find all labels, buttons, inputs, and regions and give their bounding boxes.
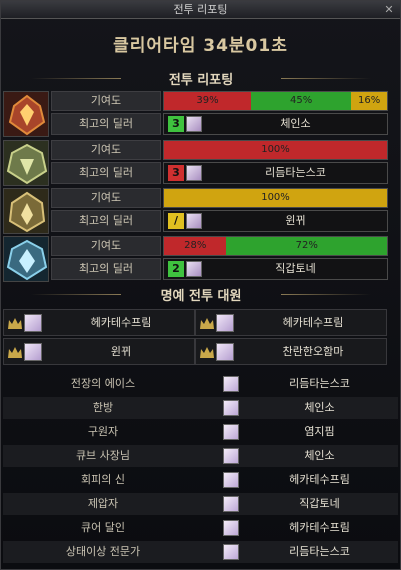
award-name: 한방: [92, 401, 114, 414]
crown-icon: [200, 318, 214, 329]
boss-portrait-1: [3, 91, 49, 137]
contribution-bar: 28% 72%: [163, 236, 388, 256]
honor-member[interactable]: 헤카테수프림: [3, 309, 195, 336]
contribution-bar: 39% 45% 16%: [163, 91, 388, 111]
honor-player-name: 헤카테수프림: [90, 316, 152, 329]
award-name: 큐브 사장님: [75, 449, 131, 462]
player-name[interactable]: 리듬타는스코: [204, 163, 387, 183]
player-name[interactable]: 직갑토네: [204, 259, 387, 279]
report-row: 기여도 39% 45% 16% 최고의 딜러 3 체인소: [3, 91, 389, 139]
rank-badge: 2: [168, 261, 184, 277]
contribution-segment: 16%: [351, 92, 387, 110]
best-dealer-label: 최고의 딜러: [51, 210, 161, 232]
award-player[interactable]: 체인소: [241, 445, 398, 467]
honor-player-name: 헤카테수프림: [282, 316, 344, 329]
honor-player-name: 윈뀌: [110, 345, 132, 358]
honor-player-name: 찬란한오함마: [282, 345, 344, 358]
avatar: [186, 116, 202, 132]
contribution-segment: 28%: [164, 237, 227, 255]
award-player[interactable]: 헤카테수프림: [241, 517, 398, 539]
award-row: 큐브 사장님 체인소: [3, 445, 398, 467]
rank-badge: 3: [168, 116, 184, 132]
award-row: 한방 체인소: [3, 397, 398, 419]
award-row: 제압자 직갑토네: [3, 493, 398, 515]
honor-member[interactable]: 찬란한오함마: [195, 338, 387, 365]
avatar: [216, 343, 234, 361]
rank-badge: /: [168, 213, 184, 229]
award-player[interactable]: 리듬타는스코: [241, 541, 398, 563]
award-player[interactable]: 직갑토네: [241, 493, 398, 515]
award-name: 제압자: [87, 497, 119, 510]
contribution-label: 기여도: [51, 91, 161, 111]
contribution-label: 기여도: [51, 140, 161, 160]
contribution-segment: 100%: [164, 141, 387, 159]
contribution-segment: 39%: [164, 92, 251, 110]
contribution-segment: 45%: [250, 92, 352, 110]
honor-member[interactable]: 윈뀌: [3, 338, 195, 365]
avatar: [186, 213, 202, 229]
close-icon[interactable]: ✕: [382, 3, 396, 17]
player-name[interactable]: 윈뀌: [204, 211, 387, 231]
award-row: 구원자 염지핌: [3, 421, 398, 443]
award-player[interactable]: 리듬타는스코: [241, 373, 398, 395]
report-row: 기여도 28% 72% 최고의 딜러 2 직갑토네: [3, 236, 389, 284]
best-dealer-label: 최고의 딜러: [51, 258, 161, 280]
award-player[interactable]: 헤카테수프림: [241, 469, 398, 491]
player-name[interactable]: 체인소: [204, 114, 387, 134]
crown-icon: [200, 347, 214, 358]
award-name: 큐어 달인: [81, 521, 125, 534]
battle-report-window: 전투 리포팅 ✕ 클리어타임 34분01초 전투 리포팅 기여도 39% 45%…: [0, 0, 401, 570]
best-dealer-label: 최고의 딜러: [51, 113, 161, 135]
award-row: 회피의 신 헤카테수프림: [3, 469, 398, 491]
honor-member[interactable]: 헤카테수프림: [195, 309, 387, 336]
window-title: 전투 리포팅: [173, 3, 228, 16]
contribution-segment: 100%: [164, 189, 387, 207]
contribution-bar: 100%: [163, 140, 388, 160]
crown-icon: [8, 347, 22, 358]
best-dealer-field: 3 체인소: [163, 113, 388, 135]
award-name: 구원자: [87, 425, 119, 438]
avatar: [24, 314, 42, 332]
title-bar[interactable]: 전투 리포팅 ✕: [1, 1, 400, 19]
avatar: [223, 424, 239, 440]
award-name: 전장의 에이스: [70, 377, 136, 390]
avatar: [186, 261, 202, 277]
section-header-report: 전투 리포팅: [21, 69, 381, 88]
award-player[interactable]: 염지핌: [241, 421, 398, 443]
award-player[interactable]: 체인소: [241, 397, 398, 419]
clear-time: 클리어타임 34분01초: [113, 36, 288, 56]
award-name: 회피의 신: [81, 473, 125, 486]
contribution-label: 기여도: [51, 188, 161, 208]
section-header-honor: 명예 전투 대원: [21, 285, 381, 304]
award-row: 상태이상 전문가 리듬타는스코: [3, 541, 398, 563]
rank-badge: 3: [168, 165, 184, 181]
avatar: [186, 165, 202, 181]
award-row: 전장의 에이스 리듬타는스코: [3, 373, 398, 395]
avatar: [223, 520, 239, 536]
avatar: [223, 400, 239, 416]
award-name: 상태이상 전문가: [65, 545, 141, 558]
avatar: [223, 544, 239, 560]
boss-portrait-4: [3, 236, 49, 282]
avatar: [24, 343, 42, 361]
avatar: [223, 376, 239, 392]
avatar: [223, 496, 239, 512]
contribution-bar: 100%: [163, 188, 388, 208]
report-row: 기여도 100% 최고의 딜러 3 리듬타는스코: [3, 140, 389, 188]
boss-portrait-2: [3, 140, 49, 186]
report-row: 기여도 100% 최고의 딜러 / 윈뀌: [3, 188, 389, 236]
contribution-segment: 72%: [226, 237, 387, 255]
crown-icon: [8, 318, 22, 329]
boss-portrait-3: [3, 188, 49, 234]
best-dealer-label: 최고의 딜러: [51, 162, 161, 184]
avatar: [223, 448, 239, 464]
avatar: [216, 314, 234, 332]
award-row: 큐어 달인 헤카테수프림: [3, 517, 398, 539]
best-dealer-field: 2 직갑토네: [163, 258, 388, 280]
best-dealer-field: 3 리듬타는스코: [163, 162, 388, 184]
best-dealer-field: / 윈뀌: [163, 210, 388, 232]
contribution-label: 기여도: [51, 236, 161, 256]
avatar: [223, 472, 239, 488]
